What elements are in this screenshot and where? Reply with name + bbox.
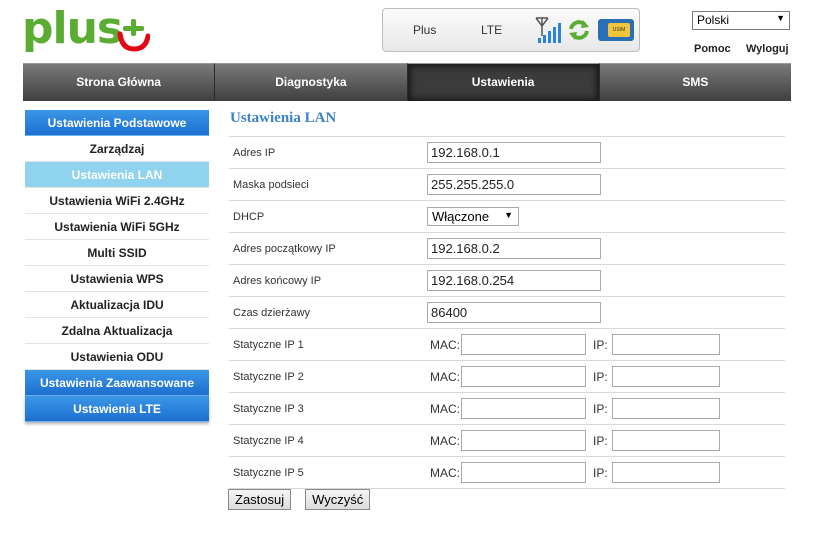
- row-lease-time: Czas dzierżawy: [229, 297, 785, 329]
- sim-card-icon: USIM: [598, 19, 634, 41]
- lan-settings-panel: Ustawienia LAN Adres IP Maska podsieci D…: [229, 108, 785, 489]
- sidebar: Ustawienia Podstawowe Zarządzaj Ustawien…: [25, 110, 209, 422]
- ip-address-input[interactable]: [427, 142, 601, 163]
- lease-time-input[interactable]: [427, 302, 601, 323]
- sidebar-section-advanced[interactable]: Ustawienia Zaawansowane: [25, 370, 209, 396]
- status-panel: Plus LTE USIM: [382, 8, 640, 52]
- static-ip-input-4[interactable]: [612, 430, 720, 451]
- operator-name: Plus: [413, 23, 437, 37]
- end-ip-label: Adres końcowy IP: [233, 275, 322, 287]
- static-mac-input-4[interactable]: [461, 430, 586, 451]
- ip-label: IP:: [593, 338, 608, 352]
- row-static-ip-4: Statyczne IP 4 MAC: IP:: [229, 425, 785, 457]
- clear-button[interactable]: Wyczyść: [305, 489, 371, 510]
- sidebar-item-remote-update[interactable]: Zdalna Aktualizacja: [25, 318, 209, 344]
- static-mac-input-5[interactable]: [461, 462, 586, 483]
- end-ip-input[interactable]: [427, 270, 601, 291]
- nav-settings[interactable]: Ustawienia: [407, 63, 600, 101]
- ip-label: IP:: [593, 434, 608, 448]
- sidebar-item-idu-update[interactable]: Aktualizacja IDU: [25, 292, 209, 318]
- network-type: LTE: [481, 23, 503, 37]
- nav-home[interactable]: Strona Główna: [23, 63, 216, 101]
- sidebar-item-wifi-24[interactable]: Ustawienia WiFi 2.4GHz: [25, 188, 209, 214]
- row-static-ip-1: Statyczne IP 1 MAC: IP:: [229, 329, 785, 361]
- sidebar-section-lte[interactable]: Ustawienia LTE: [25, 396, 209, 422]
- form-buttons: Zastosuj Wyczyść: [228, 489, 371, 510]
- static-ip-label: Statyczne IP 5: [233, 467, 304, 479]
- static-ip-input-2[interactable]: [612, 366, 720, 387]
- row-subnet-mask: Maska podsieci: [229, 169, 785, 201]
- row-start-ip: Adres początkowy IP: [229, 233, 785, 265]
- subnet-mask-label: Maska podsieci: [233, 179, 309, 191]
- nav-sms[interactable]: SMS: [599, 63, 791, 101]
- dropdown-arrow-icon: ▼: [776, 13, 785, 23]
- lan-form: Adres IP Maska podsieci DHCP Włączone ▼ …: [229, 136, 785, 489]
- sidebar-section-basic[interactable]: Ustawienia Podstawowe: [25, 110, 209, 136]
- row-static-ip-5: Statyczne IP 5 MAC: IP:: [229, 457, 785, 489]
- dhcp-select[interactable]: Włączone ▼: [427, 207, 519, 226]
- static-ip-label: Statyczne IP 3: [233, 403, 304, 415]
- row-end-ip: Adres końcowy IP: [229, 265, 785, 297]
- sidebar-item-wps[interactable]: Ustawienia WPS: [25, 266, 209, 292]
- dhcp-value: Włączone: [432, 209, 490, 224]
- static-mac-input-1[interactable]: [461, 334, 586, 355]
- lease-time-label: Czas dzierżawy: [233, 307, 311, 319]
- language-select[interactable]: Polski ▼: [692, 11, 790, 30]
- page-title: Ustawienia LAN: [230, 110, 337, 126]
- ip-address-label: Adres IP: [233, 147, 276, 159]
- plus-logo: plus: [22, 4, 152, 54]
- static-ip-input-5[interactable]: [612, 462, 720, 483]
- sidebar-item-odu[interactable]: Ustawienia ODU: [25, 344, 209, 370]
- main-nav: Strona Główna Diagnostyka Ustawienia SMS: [23, 63, 791, 101]
- mac-label: MAC:: [430, 370, 460, 384]
- start-ip-label: Adres początkowy IP: [233, 243, 336, 255]
- sidebar-item-manage[interactable]: Zarządzaj: [25, 136, 209, 162]
- row-dhcp: DHCP Włączone ▼: [229, 201, 785, 233]
- refresh-icon[interactable]: [568, 19, 590, 41]
- nav-diagnostics[interactable]: Diagnostyka: [215, 63, 408, 101]
- start-ip-input[interactable]: [427, 238, 601, 259]
- logo-text: plus: [22, 3, 123, 54]
- static-ip-label: Statyczne IP 2: [233, 371, 304, 383]
- ip-label: IP:: [593, 402, 608, 416]
- dropdown-arrow-icon: ▼: [504, 210, 513, 220]
- language-value: Polski: [697, 13, 730, 27]
- apply-button[interactable]: Zastosuj: [228, 489, 292, 510]
- logout-link[interactable]: Wyloguj: [746, 43, 789, 55]
- static-mac-input-2[interactable]: [461, 366, 586, 387]
- logo-smile-icon: [117, 19, 150, 52]
- static-ip-label: Statyczne IP 1: [233, 339, 304, 351]
- row-static-ip-3: Statyczne IP 3 MAC: IP:: [229, 393, 785, 425]
- mac-label: MAC:: [430, 434, 460, 448]
- mac-label: MAC:: [430, 338, 460, 352]
- dhcp-label: DHCP: [233, 211, 265, 223]
- sidebar-item-lan[interactable]: Ustawienia LAN: [25, 162, 209, 188]
- ip-label: IP:: [593, 370, 608, 384]
- help-link[interactable]: Pomoc: [694, 43, 731, 55]
- row-static-ip-2: Statyczne IP 2 MAC: IP:: [229, 361, 785, 393]
- static-ip-label: Statyczne IP 4: [233, 435, 304, 447]
- subnet-mask-input[interactable]: [427, 174, 601, 195]
- static-mac-input-3[interactable]: [461, 398, 586, 419]
- static-ip-input-3[interactable]: [612, 398, 720, 419]
- row-ip-address: Adres IP: [229, 137, 785, 169]
- signal-strength-icon: [535, 17, 561, 43]
- sidebar-item-multi-ssid[interactable]: Multi SSID: [25, 240, 209, 266]
- sidebar-item-wifi-5[interactable]: Ustawienia WiFi 5GHz: [25, 214, 209, 240]
- ip-label: IP:: [593, 466, 608, 480]
- static-ip-input-1[interactable]: [612, 334, 720, 355]
- sim-chip-label: USIM: [608, 23, 630, 37]
- mac-label: MAC:: [430, 402, 460, 416]
- mac-label: MAC:: [430, 466, 460, 480]
